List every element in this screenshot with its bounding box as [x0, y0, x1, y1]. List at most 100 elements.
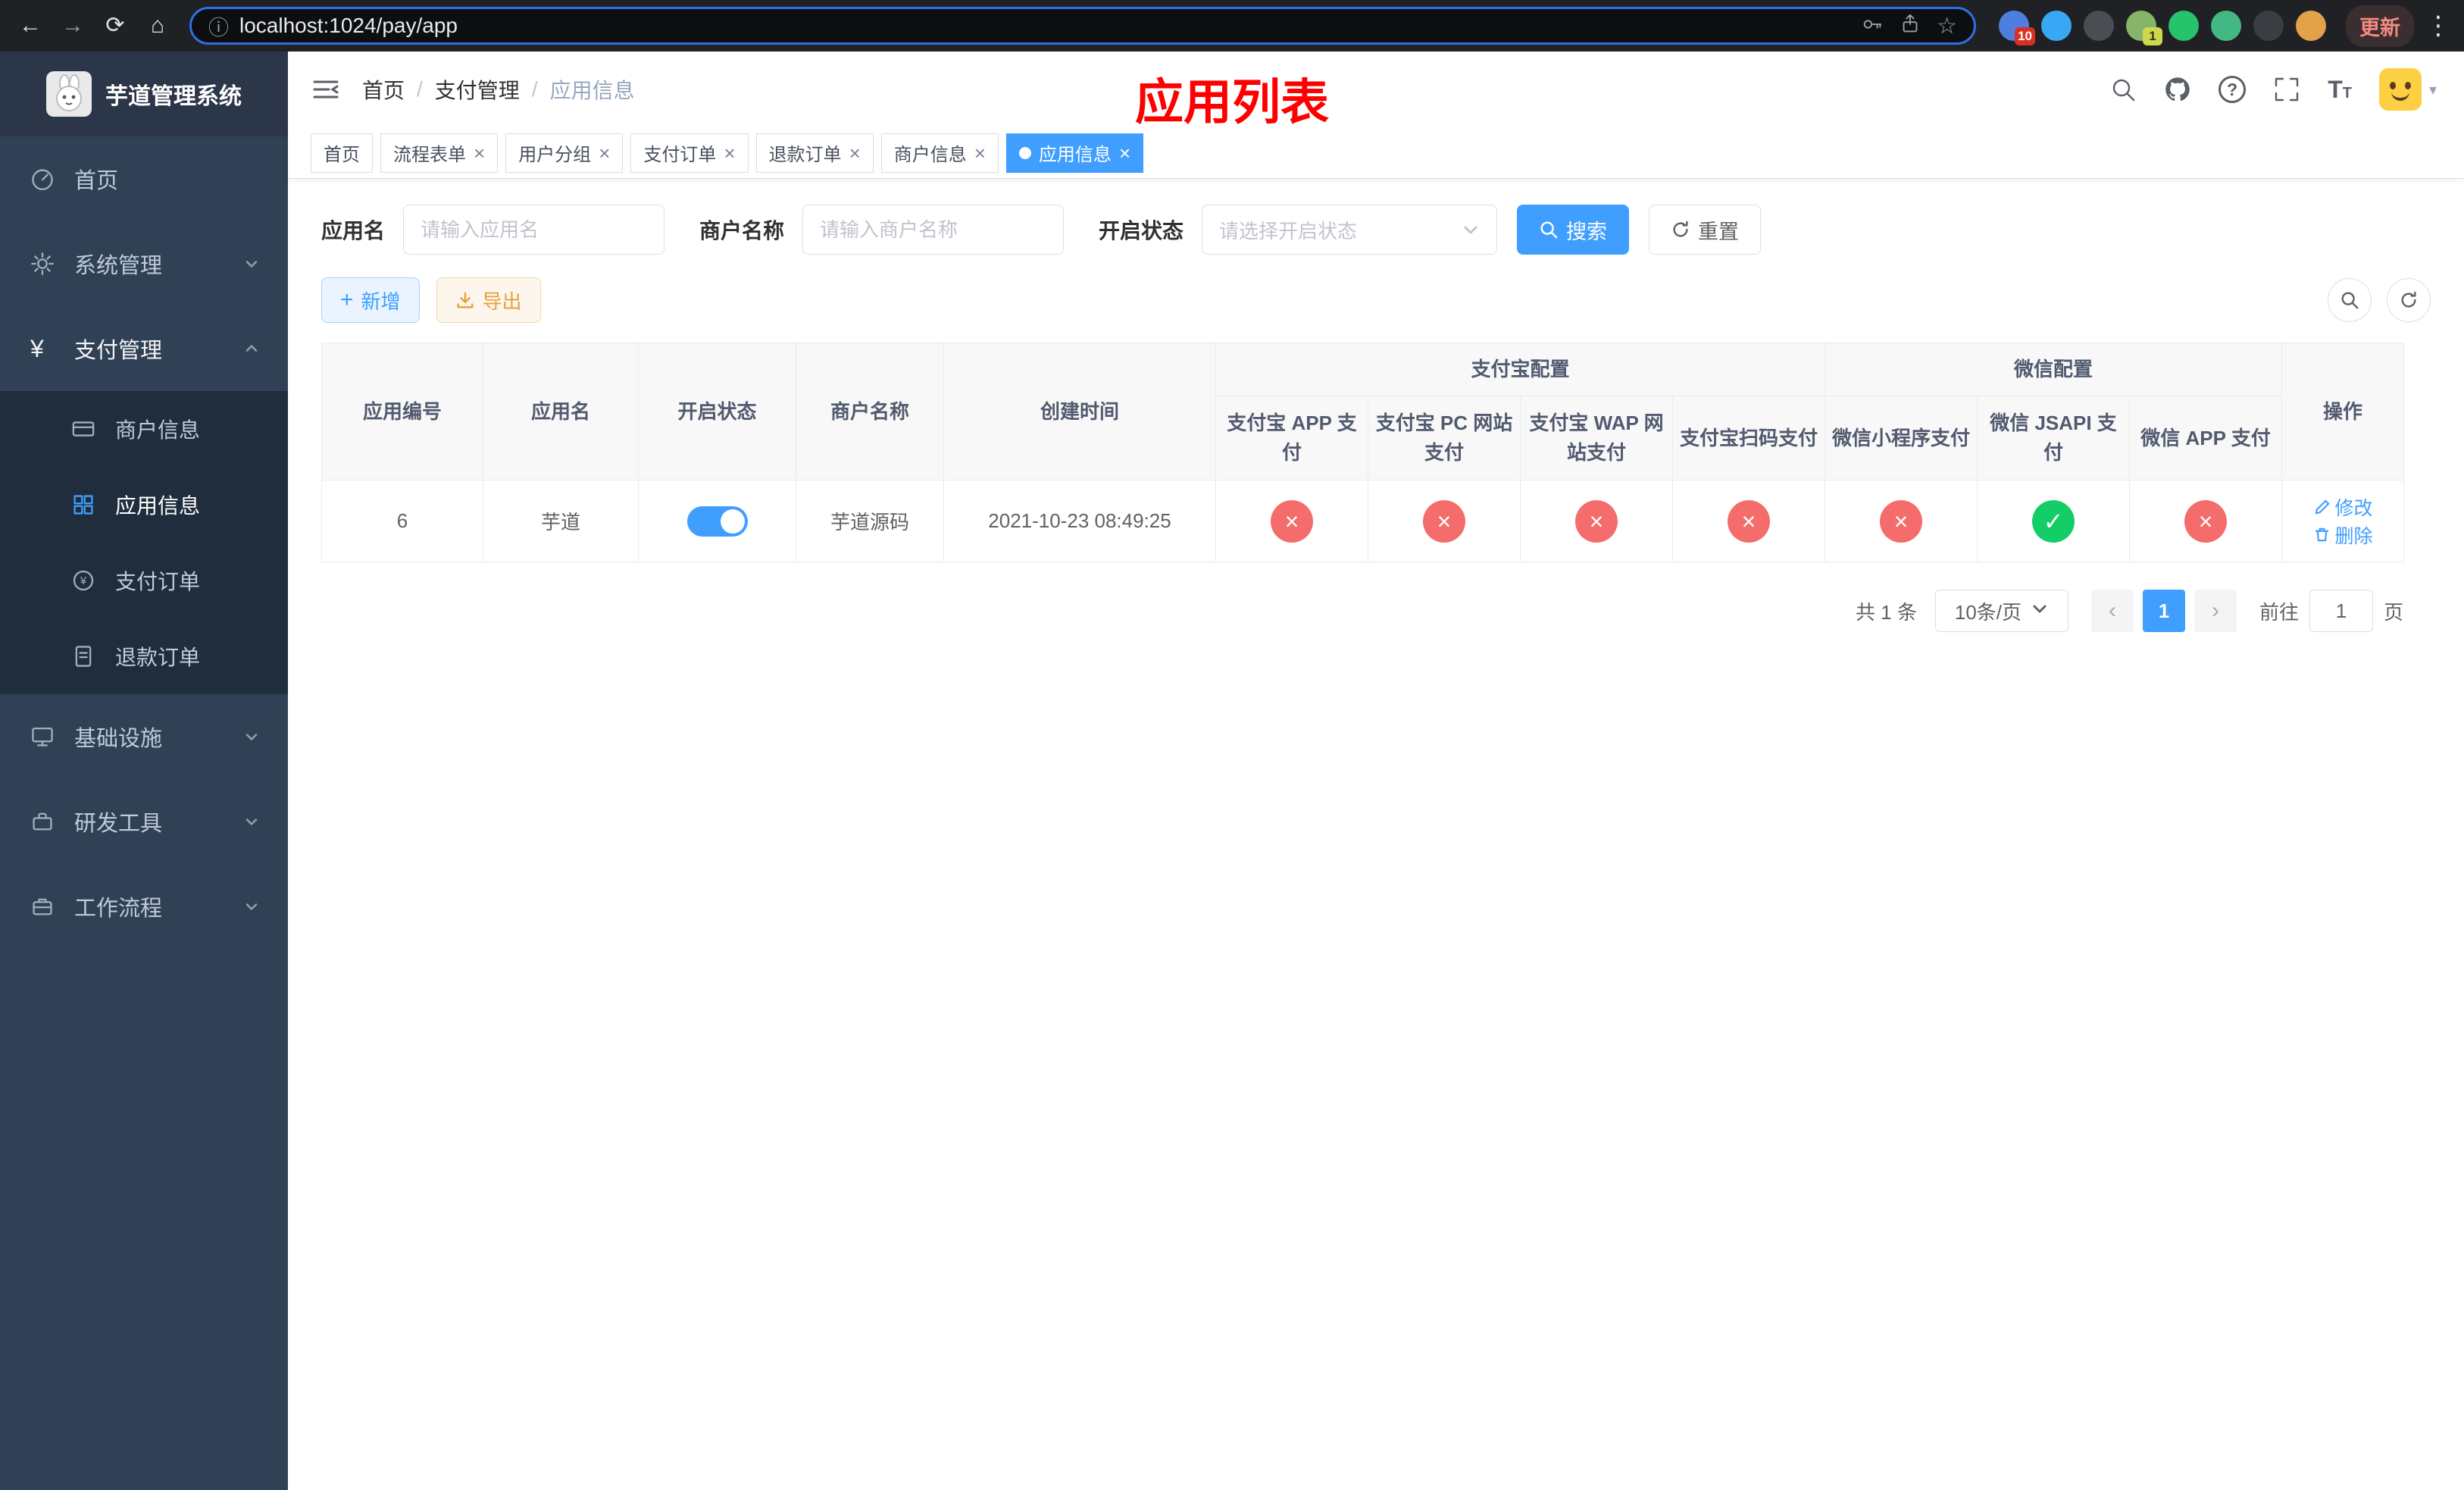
apps-table: 应用编号 应用名 开启状态 商户名称 创建时间 支付宝配置 微信配置 操作 支付…: [321, 343, 2405, 562]
sidebar-item-label: 研发工具: [74, 812, 163, 836]
sidebar-collapse-icon[interactable]: [311, 74, 341, 105]
sidebar-item-退款订单[interactable]: 退款订单: [0, 618, 288, 694]
user-menu[interactable]: ▾: [2378, 68, 2437, 111]
sidebar-item-系统管理[interactable]: 系统管理: [0, 221, 288, 306]
font-size-icon[interactable]: TT: [2328, 77, 2352, 102]
extension-dark-circle-icon[interactable]: [2084, 11, 2114, 41]
tab-商户信息[interactable]: 商户信息 ×: [880, 133, 999, 173]
url-bar[interactable]: ⓘ localhost:1024/pay/app ☆: [189, 7, 1976, 45]
navbar-actions: ? TT ▾: [2109, 68, 2437, 111]
sidebar-submenu: 商户信息应用信息 ¥ 支付订单 退款订单: [0, 391, 288, 694]
sidebar-item-首页[interactable]: 首页: [0, 136, 288, 221]
password-key-icon[interactable]: [1861, 13, 1884, 39]
breadcrumb-separator: /: [417, 77, 423, 101]
chevron-down-icon: [242, 255, 261, 273]
close-icon[interactable]: ×: [474, 143, 485, 163]
sidebar-item-研发工具[interactable]: 研发工具: [0, 779, 288, 864]
tab-label: 首页: [324, 145, 360, 165]
app-logo[interactable]: 芋道管理系统: [0, 52, 288, 136]
goto-page-input[interactable]: [2309, 590, 2373, 632]
yen-icon: ¥: [30, 335, 44, 362]
site-info-icon[interactable]: ⓘ: [208, 11, 229, 41]
tab-支付订单[interactable]: 支付订单 ×: [630, 133, 749, 173]
sidebar-item-支付管理[interactable]: ¥ 支付管理: [0, 306, 288, 391]
export-button[interactable]: 导出: [436, 277, 541, 323]
page-size-value: 10条/页: [1954, 600, 2022, 624]
browser-menu-icon[interactable]: ⋮: [2423, 11, 2453, 41]
tabs-bar: 首页 流程表单 × 用户分组 × 支付订单 × 退款订单 × 商户信息 × 应用信息 ×: [288, 127, 2464, 179]
extension-face-icon[interactable]: [2296, 11, 2326, 41]
delete-button[interactable]: 删除: [2313, 521, 2373, 549]
search-button[interactable]: 搜索: [1517, 205, 1630, 255]
home-icon[interactable]: ⌂: [138, 6, 177, 45]
close-icon[interactable]: ×: [724, 143, 735, 163]
goto-label: 前往: [2259, 600, 2299, 624]
sidebar-item-应用信息[interactable]: 应用信息: [0, 467, 288, 543]
header-search-icon[interactable]: [2109, 76, 2137, 103]
page-size-select[interactable]: 10条/页: [1934, 590, 2068, 632]
tab-退款订单[interactable]: 退款订单 ×: [755, 133, 874, 173]
github-icon[interactable]: [2164, 76, 2191, 103]
chevron-down-icon: [242, 728, 261, 746]
breadcrumb-pay[interactable]: 支付管理: [435, 74, 520, 105]
breadcrumb-separator: /: [531, 77, 538, 101]
add-button-label: 新增: [361, 290, 401, 313]
help-icon[interactable]: ?: [2219, 76, 2247, 103]
tab-流程表单[interactable]: 流程表单 ×: [380, 133, 499, 173]
refresh-button[interactable]: [2387, 278, 2431, 322]
share-icon[interactable]: [1899, 13, 1921, 39]
extension-green-check-icon[interactable]: [2169, 11, 2199, 41]
edit-button[interactable]: 修改: [2313, 493, 2373, 521]
toggle-search-button[interactable]: [2328, 278, 2372, 322]
extension-blue-badge-icon[interactable]: 10: [1999, 11, 2035, 45]
breadcrumb-home[interactable]: 首页: [362, 74, 405, 105]
sidebar-item-基础设施[interactable]: 基础设施: [0, 694, 288, 779]
status-toggle[interactable]: [686, 506, 748, 537]
sidebar-item-商户信息[interactable]: 商户信息: [0, 391, 288, 467]
close-icon[interactable]: ×: [1119, 143, 1130, 163]
chevron-down-icon: [1462, 221, 1480, 239]
close-icon[interactable]: ×: [599, 143, 610, 163]
navbar: 首页 / 支付管理 / 应用信息 ? TT ▾: [288, 52, 2464, 127]
monitor-icon: [30, 725, 58, 749]
extension-dark-puzzle-icon[interactable]: [2253, 11, 2284, 41]
add-button[interactable]: + 新增: [321, 277, 420, 323]
app-name-input[interactable]: [403, 205, 665, 255]
next-page-button[interactable]: ›: [2194, 590, 2237, 632]
chevron-down-icon: ▾: [2428, 81, 2437, 99]
page-1-button[interactable]: 1: [2142, 590, 2185, 632]
tab-label: 流程表单: [393, 145, 466, 165]
tab-首页[interactable]: 首页: [311, 133, 373, 173]
forward-icon[interactable]: →: [53, 6, 92, 45]
fullscreen-icon[interactable]: [2273, 76, 2300, 103]
status-select[interactable]: 请选择开启状态: [1202, 205, 1498, 255]
disabled-cross-icon: ×: [1880, 499, 1923, 543]
sidebar-item-工作流程[interactable]: 工作流程: [0, 864, 288, 949]
extension-green-chat-icon[interactable]: [2211, 11, 2241, 41]
merchant-name-input[interactable]: [802, 205, 1065, 255]
disabled-cross-icon: ×: [1728, 499, 1770, 543]
toolbox-icon: [30, 809, 58, 834]
disabled-cross-icon: ×: [1423, 499, 1465, 543]
col-wechat-mini: 微信小程序支付: [1825, 396, 1978, 480]
pagination-total: 共 1 条: [1856, 600, 1917, 624]
bookmark-star-icon[interactable]: ☆: [1937, 13, 1957, 39]
app-name-label: 应用名: [321, 219, 386, 243]
col-created: 创建时间: [943, 343, 1216, 480]
browser-update-button[interactable]: 更新: [2346, 5, 2414, 47]
gear-icon: [30, 252, 58, 276]
col-alipay-qr: 支付宝扫码支付: [1671, 396, 1826, 480]
close-icon[interactable]: ×: [849, 143, 861, 163]
tab-用户分组[interactable]: 用户分组 ×: [505, 133, 624, 173]
sidebar-item-label: 商户信息: [115, 418, 201, 442]
prev-page-button[interactable]: ‹: [2090, 590, 2134, 632]
close-icon[interactable]: ×: [974, 143, 986, 163]
back-icon[interactable]: ←: [11, 6, 50, 45]
extension-green-avatar-icon[interactable]: 1: [2126, 11, 2162, 45]
search-button-label: 搜索: [1566, 220, 1608, 243]
extension-blue-drop-icon[interactable]: [2041, 11, 2072, 41]
tab-应用信息[interactable]: 应用信息 ×: [1005, 133, 1144, 173]
reload-icon[interactable]: ⟳: [95, 6, 135, 45]
reset-button[interactable]: 重置: [1649, 205, 1762, 255]
sidebar-item-支付订单[interactable]: ¥ 支付订单: [0, 543, 288, 618]
